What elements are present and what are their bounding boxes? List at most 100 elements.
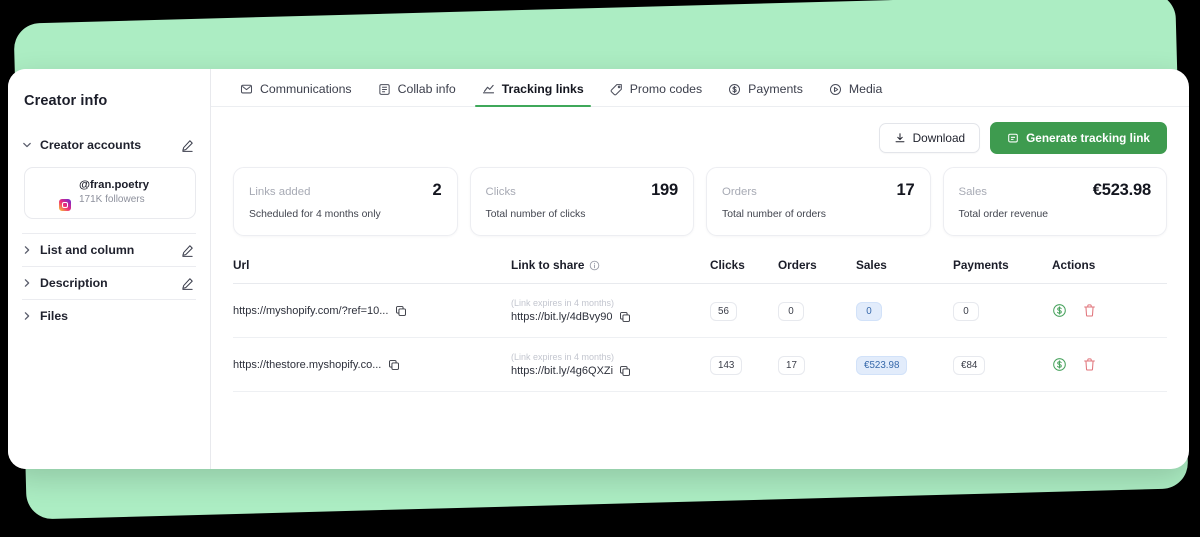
- stat-label: Orders: [722, 186, 757, 198]
- sidebar-section-files[interactable]: Files: [22, 300, 196, 332]
- instagram-icon: [58, 198, 72, 212]
- stat-subtitle: Total order revenue: [958, 209, 1049, 220]
- column-header-orders: Orders: [778, 258, 817, 272]
- tab-label: Payments: [748, 82, 803, 96]
- edit-pencil-icon[interactable]: [181, 139, 194, 152]
- table-row[interactable]: https://thestore.myshopify.co... (Link e…: [233, 338, 1167, 392]
- stat-label: Sales: [958, 186, 988, 198]
- sidebar-section-label: List and column: [40, 243, 135, 257]
- edit-pencil-icon[interactable]: [181, 277, 194, 290]
- stat-label: Links added: [249, 186, 311, 198]
- generate-tracking-link-button[interactable]: Generate tracking link: [990, 122, 1167, 154]
- trend-line-icon: [482, 83, 495, 96]
- stat-subtitle: Total number of clicks: [485, 209, 586, 220]
- play-circle-icon: [829, 83, 842, 96]
- link-generate-icon: [1007, 132, 1019, 144]
- sidebar-section-list-and-column[interactable]: List and column: [22, 234, 196, 266]
- avatar: [35, 176, 72, 212]
- tab-communications[interactable]: Communications: [227, 82, 365, 106]
- app-card: Creator info Creator accounts @fran.poet…: [8, 69, 1189, 469]
- sidebar-section-label: Files: [40, 309, 69, 323]
- column-header-sales: Sales: [856, 258, 887, 272]
- stat-value: 17: [896, 181, 915, 199]
- copy-icon[interactable]: [619, 311, 631, 323]
- link-expiry-note: (Link expires in 4 months): [511, 298, 615, 308]
- toolbar: Download Generate tracking link: [211, 107, 1189, 154]
- tab-collab-info[interactable]: Collab info: [365, 82, 469, 106]
- stat-card-orders: Orders 17 Total number of orders: [706, 167, 931, 236]
- column-header-link-to-share: Link to share: [511, 258, 710, 272]
- column-header-actions: Actions: [1052, 258, 1096, 272]
- row-actions: [1052, 303, 1167, 318]
- creator-account-card[interactable]: @fran.poetry 171K followers: [24, 167, 196, 219]
- chevron-right-icon: [22, 311, 32, 321]
- tab-label: Tracking links: [501, 82, 584, 96]
- copy-icon[interactable]: [395, 305, 407, 317]
- row-clicks-badge: 143: [710, 355, 743, 375]
- tab-label: Media: [848, 82, 883, 96]
- chevron-down-icon: [22, 140, 32, 150]
- sidebar-section-label: Creator accounts: [40, 138, 142, 152]
- stat-subtitle: Total number of orders: [722, 209, 826, 220]
- tab-media[interactable]: Media: [816, 82, 896, 106]
- tab-tracking-links[interactable]: Tracking links: [469, 82, 597, 107]
- row-url: https://myshopify.com/?ref=10...: [233, 304, 389, 317]
- tab-promo-codes[interactable]: Promo codes: [597, 82, 715, 106]
- link-expiry-note: (Link expires in 4 months): [511, 352, 615, 362]
- stat-card-sales: Sales €523.98 Total order revenue: [942, 167, 1167, 236]
- tab-bar: Communications Collab info Tracking link…: [211, 69, 1189, 107]
- row-actions: [1052, 357, 1167, 372]
- trash-icon[interactable]: [1082, 357, 1097, 372]
- row-orders-badge: 17: [778, 355, 805, 375]
- download-icon: [894, 132, 906, 144]
- tab-label: Collab info: [397, 82, 456, 96]
- table-body: https://myshopify.com/?ref=10... (Link e…: [233, 284, 1167, 392]
- trash-icon[interactable]: [1082, 303, 1097, 318]
- tag-icon: [610, 83, 623, 96]
- table-row[interactable]: https://myshopify.com/?ref=10... (Link e…: [233, 284, 1167, 338]
- tracking-links-table: Url Link to share Clicks Orders Sales Pa…: [211, 236, 1189, 392]
- table-header: Url Link to share Clicks Orders Sales Pa…: [233, 258, 1167, 284]
- edit-pencil-icon[interactable]: [181, 244, 194, 257]
- tab-payments[interactable]: Payments: [715, 82, 816, 106]
- row-sales-badge: €523.98: [856, 355, 908, 375]
- copy-icon[interactable]: [619, 365, 631, 377]
- row-payments-badge: 0: [953, 301, 979, 321]
- row-clicks-badge: 56: [710, 301, 737, 321]
- stat-card-clicks: Clicks 199 Total number of clicks: [469, 167, 694, 236]
- row-short-link: https://bit.ly/4dBvy90: [511, 311, 613, 323]
- main-panel: Communications Collab info Tracking link…: [211, 69, 1189, 469]
- creator-followers: 171K followers: [79, 194, 145, 206]
- dollar-circle-icon[interactable]: [1052, 303, 1067, 318]
- copy-icon[interactable]: [388, 359, 400, 371]
- sidebar-section-label: Description: [40, 276, 108, 290]
- column-header-clicks: Clicks: [710, 258, 745, 272]
- info-icon[interactable]: [589, 260, 600, 271]
- stat-subtitle: Scheduled for 4 months only: [249, 209, 381, 220]
- download-button-label: Download: [912, 131, 966, 145]
- generate-tracking-link-label: Generate tracking link: [1026, 131, 1150, 145]
- row-url: https://thestore.myshopify.co...: [233, 358, 382, 371]
- row-sales-badge: 0: [856, 301, 882, 321]
- column-header-label: Link to share: [511, 258, 585, 272]
- row-short-link: https://bit.ly/4g6QXZi: [511, 365, 614, 377]
- chat-icon: [240, 83, 253, 96]
- stat-value: €523.98: [1092, 181, 1151, 199]
- sidebar-section-creator-accounts[interactable]: Creator accounts: [22, 129, 196, 161]
- document-icon: [378, 83, 391, 96]
- dollar-circle-icon[interactable]: [1052, 357, 1067, 372]
- stat-value: 199: [651, 181, 678, 199]
- column-header-url: Url: [233, 258, 250, 272]
- row-orders-badge: 0: [778, 301, 804, 321]
- chevron-right-icon: [22, 278, 32, 288]
- chevron-right-icon: [22, 245, 32, 255]
- sidebar-title: Creator info: [24, 93, 108, 109]
- tab-label: Communications: [260, 82, 352, 96]
- stat-value: 2: [432, 181, 442, 199]
- sidebar-section-description[interactable]: Description: [22, 267, 196, 299]
- stats-row: Links added 2 Scheduled for 4 months onl…: [211, 154, 1189, 236]
- creator-info-sidebar: Creator info Creator accounts @fran.poet…: [8, 69, 211, 469]
- download-button[interactable]: Download: [878, 123, 981, 153]
- column-header-payments: Payments: [953, 258, 1009, 272]
- stat-label: Clicks: [485, 186, 516, 198]
